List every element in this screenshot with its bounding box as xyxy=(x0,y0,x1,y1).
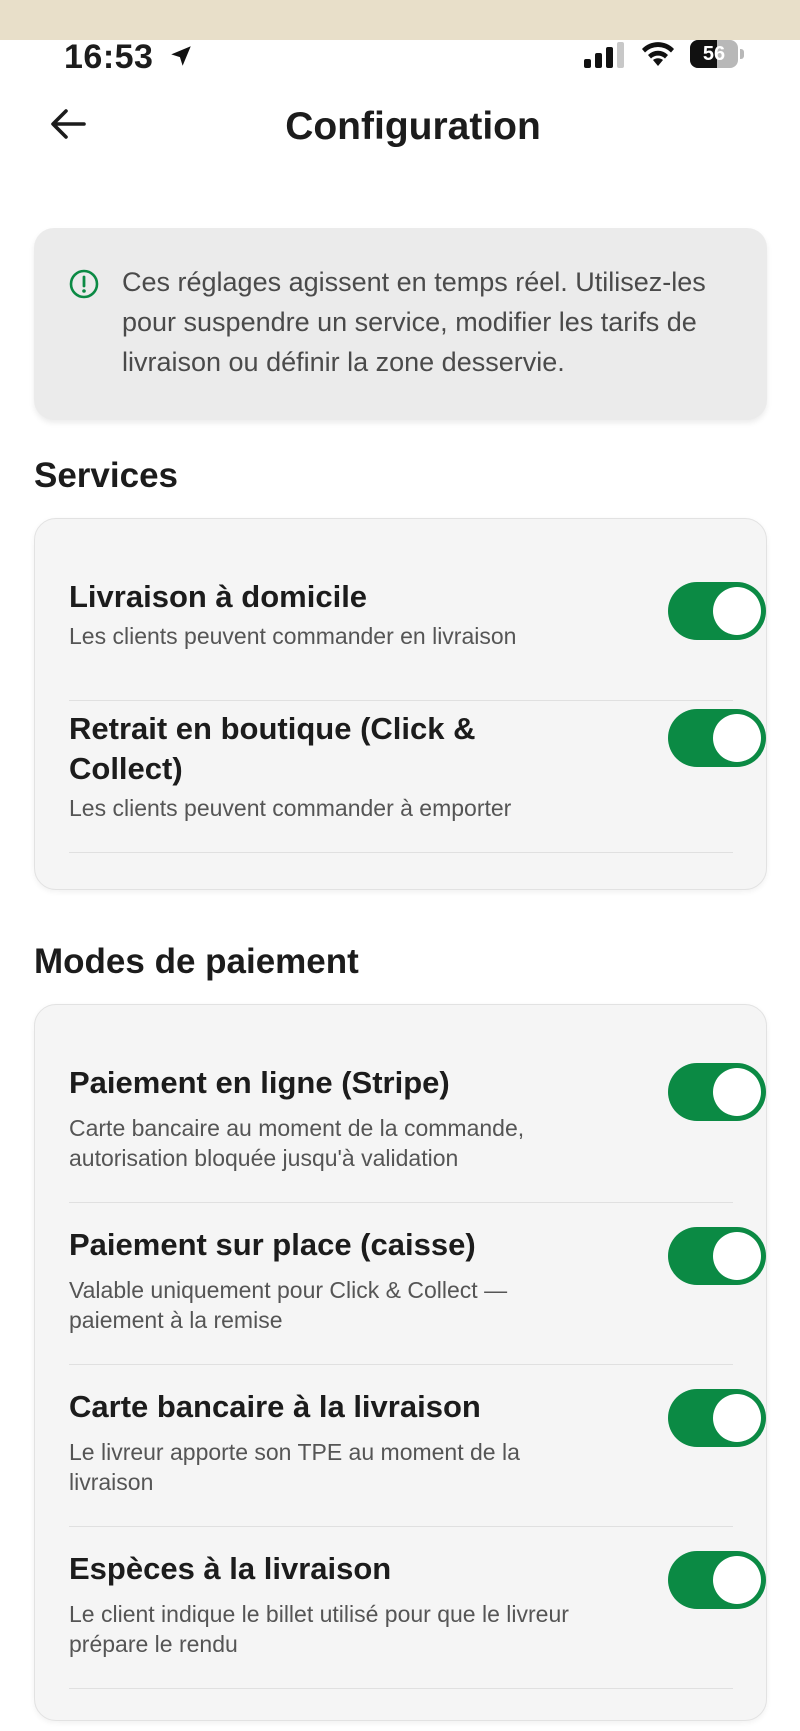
service-row-click-collect: Retrait en boutique (Click & Collect) Le… xyxy=(69,709,767,871)
payment-row-cash-delivery: Espèces à la livraison Le client indique… xyxy=(69,1549,767,1689)
section-title-payment: Modes de paiement xyxy=(34,942,359,981)
divider xyxy=(69,1202,733,1203)
toggle-card-delivery[interactable] xyxy=(668,1389,766,1447)
cellular-signal-icon xyxy=(584,42,624,68)
divider xyxy=(69,700,733,701)
payment-row-cash-register: Paiement sur place (caisse) Valable uniq… xyxy=(69,1225,767,1365)
info-alert-icon xyxy=(69,269,99,299)
toggle-click-collect[interactable] xyxy=(668,709,766,767)
section-title-services: Services xyxy=(34,456,179,495)
payment-desc: Valable uniquement pour Click & Collect … xyxy=(69,1277,508,1333)
divider xyxy=(69,1364,733,1365)
payment-card: Paiement en ligne (Stripe) Carte bancair… xyxy=(34,1004,767,1721)
payment-desc: Le livreur apporte son TPE au moment de … xyxy=(69,1439,520,1495)
service-name: Retrait en boutique (Click & Collect) xyxy=(69,711,476,786)
payment-name: Carte bancaire à la livraison xyxy=(69,1389,481,1424)
payment-row-stripe: Paiement en ligne (Stripe) Carte bancair… xyxy=(69,1063,767,1203)
battery-icon: 56 xyxy=(690,40,744,68)
wifi-icon xyxy=(642,42,674,66)
toggle-delivery[interactable] xyxy=(668,582,766,640)
header: Configuration xyxy=(0,90,800,166)
info-text: Ces réglages agissent en temps réel. Uti… xyxy=(122,267,706,377)
payment-desc: Carte bancaire au moment de la commande,… xyxy=(69,1115,525,1171)
status-bar: 16:53 56 xyxy=(0,40,800,74)
divider xyxy=(69,1526,733,1527)
service-desc: Les clients peuvent commander à emporter xyxy=(69,795,512,821)
info-banner: Ces réglages agissent en temps réel. Uti… xyxy=(34,228,767,420)
service-name: Livraison à domicile xyxy=(69,579,368,614)
toggle-stripe[interactable] xyxy=(668,1063,766,1121)
page-title: Configuration xyxy=(285,105,541,148)
payment-desc: Le client indique le billet utilisé pour… xyxy=(69,1601,569,1657)
toggle-cash-delivery[interactable] xyxy=(668,1551,766,1609)
divider xyxy=(69,1688,733,1689)
payment-name: Paiement sur place (caisse) xyxy=(69,1227,476,1262)
top-strip xyxy=(0,0,800,40)
service-desc: Les clients peuvent commander en livrais… xyxy=(69,623,517,649)
battery-percent: 56 xyxy=(702,43,726,65)
status-time: 16:53 xyxy=(64,38,154,76)
toggle-cash-register[interactable] xyxy=(668,1227,766,1285)
payment-name: Espèces à la livraison xyxy=(69,1551,392,1586)
divider xyxy=(69,852,733,853)
payment-row-card-delivery: Carte bancaire à la livraison Le livreur… xyxy=(69,1387,767,1527)
service-row-delivery: Livraison à domicile Les clients peuvent… xyxy=(69,577,767,701)
payment-name: Paiement en ligne (Stripe) xyxy=(69,1065,450,1100)
location-arrow-icon xyxy=(171,46,191,66)
services-card: Livraison à domicile Les clients peuvent… xyxy=(34,518,767,890)
